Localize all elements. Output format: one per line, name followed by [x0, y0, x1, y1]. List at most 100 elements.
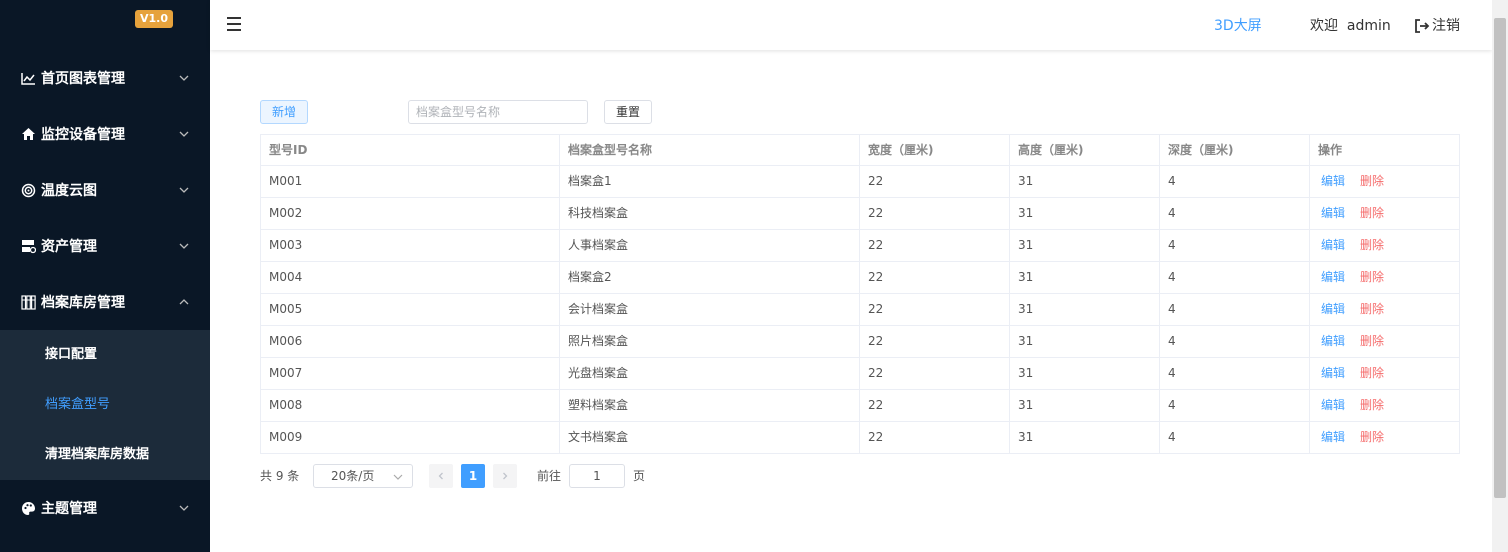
cell-height: 31 — [1010, 166, 1160, 198]
cell-actions: 编辑 删除 — [1310, 166, 1460, 198]
hamburger-menu-icon[interactable] — [227, 17, 243, 31]
reset-button[interactable]: 重置 — [604, 100, 652, 124]
cell-model-id: M008 — [261, 390, 560, 422]
page-suffix: 页 — [633, 469, 646, 483]
chevron-left-icon — [438, 472, 443, 480]
cell-model-name: 光盘档案盒 — [560, 358, 860, 390]
pagination-total: 共 9 条 — [260, 469, 300, 483]
cell-actions: 编辑 删除 — [1310, 262, 1460, 294]
page-size-value: 20条/页 — [331, 469, 375, 483]
server-icon — [20, 238, 36, 254]
menu-asset-management[interactable]: 资产管理 — [0, 218, 210, 274]
menu-temperature-cloud[interactable]: 温度云图 — [0, 162, 210, 218]
edit-button[interactable]: 编辑 — [1321, 206, 1345, 220]
menu-label: 主题管理 — [41, 501, 97, 517]
delete-button[interactable]: 删除 — [1360, 270, 1384, 284]
cell-width: 22 — [860, 166, 1010, 198]
edit-button[interactable]: 编辑 — [1321, 270, 1345, 284]
palette-icon — [20, 500, 36, 516]
column-header-id: 型号ID — [261, 135, 560, 166]
archive-submenu: 接口配置 档案盒型号 清理档案库房数据 — [0, 330, 210, 480]
cell-depth: 4 — [1160, 326, 1310, 358]
target-icon — [20, 182, 36, 198]
menu-label: 监控设备管理 — [41, 127, 125, 143]
menu-label: 首页图表管理 — [41, 71, 125, 87]
page-scrollbar-thumb[interactable] — [1494, 18, 1506, 498]
chevron-up-icon — [179, 299, 189, 305]
table-row: M006 照片档案盒 22 31 4 编辑 删除 — [261, 326, 1460, 358]
cell-model-name: 科技档案盒 — [560, 198, 860, 230]
home-icon — [20, 126, 36, 142]
delete-button[interactable]: 删除 — [1360, 398, 1384, 412]
current-page-button[interactable]: 1 — [461, 464, 485, 488]
submenu-interface-config[interactable]: 接口配置 — [0, 330, 210, 380]
cell-model-id: M001 — [261, 166, 560, 198]
top-header: 3D大屏 欢迎 admin 注销 — [210, 0, 1492, 50]
menu-label: 资产管理 — [41, 239, 97, 255]
cell-width: 22 — [860, 230, 1010, 262]
edit-button[interactable]: 编辑 — [1321, 398, 1345, 412]
cell-width: 22 — [860, 358, 1010, 390]
welcome-text: 欢迎 admin — [1310, 18, 1391, 34]
search-input[interactable] — [408, 100, 588, 124]
delete-button[interactable]: 删除 — [1360, 430, 1384, 444]
cell-width: 22 — [860, 294, 1010, 326]
cell-model-id: M007 — [261, 358, 560, 390]
add-button[interactable]: 新增 — [260, 100, 308, 124]
cell-width: 22 — [860, 198, 1010, 230]
edit-button[interactable]: 编辑 — [1321, 334, 1345, 348]
chevron-down-icon — [179, 243, 189, 249]
prev-page-button[interactable] — [429, 464, 453, 488]
cell-actions: 编辑 删除 — [1310, 198, 1460, 230]
submenu-archive-box-model[interactable]: 档案盒型号 — [0, 380, 210, 430]
cell-height: 31 — [1010, 358, 1160, 390]
cell-width: 22 — [860, 422, 1010, 454]
3d-screen-link[interactable]: 3D大屏 — [1214, 0, 1262, 52]
archive-box-table: 型号ID 档案盒型号名称 宽度（厘米) 高度（厘米) 深度（厘米) 操作 M00… — [260, 134, 1460, 454]
edit-button[interactable]: 编辑 — [1321, 302, 1345, 316]
delete-button[interactable]: 删除 — [1360, 334, 1384, 348]
cell-depth: 4 — [1160, 230, 1310, 262]
page-size-select[interactable]: 20条/页 — [313, 464, 413, 488]
cell-model-name: 会计档案盒 — [560, 294, 860, 326]
column-header-name: 档案盒型号名称 — [560, 135, 860, 166]
cell-width: 22 — [860, 326, 1010, 358]
menu-monitor-devices[interactable]: 监控设备管理 — [0, 106, 210, 162]
edit-button[interactable]: 编辑 — [1321, 238, 1345, 252]
sign-out-icon — [1415, 19, 1430, 33]
menu-home-charts[interactable]: 首页图表管理 — [0, 50, 210, 106]
edit-button[interactable]: 编辑 — [1321, 174, 1345, 188]
cell-model-name: 文书档案盒 — [560, 422, 860, 454]
delete-button[interactable]: 删除 — [1360, 238, 1384, 252]
cell-model-name: 照片档案盒 — [560, 326, 860, 358]
logout-button[interactable]: 注销 — [1414, 0, 1460, 52]
edit-button[interactable]: 编辑 — [1321, 430, 1345, 444]
cell-height: 31 — [1010, 262, 1160, 294]
submenu-clean-archive-data[interactable]: 清理档案库房数据 — [0, 430, 210, 480]
cell-model-id: M006 — [261, 326, 560, 358]
column-header-actions: 操作 — [1310, 135, 1460, 166]
menu-archive-warehouse[interactable]: 档案库房管理 — [0, 274, 210, 330]
cell-model-name: 档案盒1 — [560, 166, 860, 198]
edit-button[interactable]: 编辑 — [1321, 366, 1345, 380]
cell-depth: 4 — [1160, 262, 1310, 294]
cell-actions: 编辑 删除 — [1310, 390, 1460, 422]
delete-button[interactable]: 删除 — [1360, 302, 1384, 316]
delete-button[interactable]: 删除 — [1360, 366, 1384, 380]
table-header: 型号ID 档案盒型号名称 宽度（厘米) 高度（厘米) 深度（厘米) 操作 — [261, 135, 1460, 166]
table-row: M007 光盘档案盒 22 31 4 编辑 删除 — [261, 358, 1460, 390]
cell-depth: 4 — [1160, 166, 1310, 198]
cell-height: 31 — [1010, 326, 1160, 358]
next-page-button[interactable] — [493, 464, 517, 488]
cell-model-id: M004 — [261, 262, 560, 294]
cell-depth: 4 — [1160, 390, 1310, 422]
delete-button[interactable]: 删除 — [1360, 206, 1384, 220]
goto-page-input[interactable] — [569, 464, 625, 488]
table-row: M009 文书档案盒 22 31 4 编辑 删除 — [261, 422, 1460, 454]
cell-model-id: M002 — [261, 198, 560, 230]
version-badge: V1.0 — [135, 10, 173, 28]
delete-button[interactable]: 删除 — [1360, 174, 1384, 188]
menu-theme-management[interactable]: 主题管理 — [0, 480, 210, 536]
chevron-down-icon — [393, 474, 403, 480]
cell-model-name: 塑料档案盒 — [560, 390, 860, 422]
